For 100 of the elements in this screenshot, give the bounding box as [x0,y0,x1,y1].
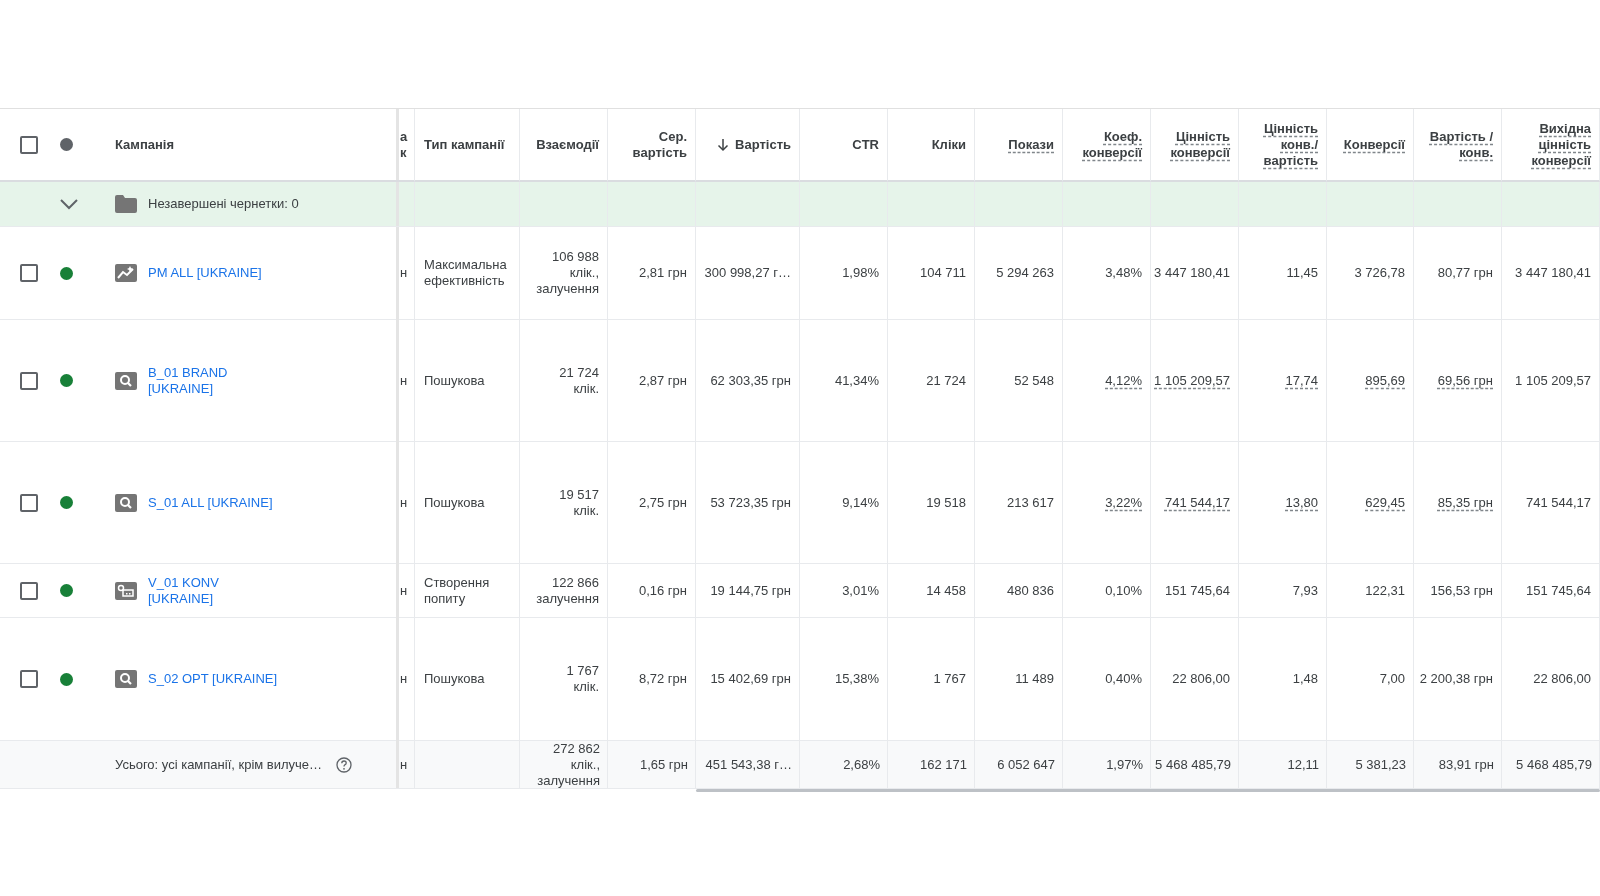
campaign-link[interactable]: S_01 ALL [UKRAINE] [148,494,273,511]
table-cell-text: Максимальна ефективність [424,257,508,289]
video-icon [115,581,137,600]
table-cell: 12,11 [1287,757,1319,773]
table-cell: 1 767 клік. [566,663,599,695]
table-cell: 0,10% [1105,582,1142,599]
campaign-link[interactable]: PM ALL [UKRAINE] [148,265,262,281]
table-cell: 62 303,35 грн [710,372,791,389]
column-header[interactable]: Сер. вартість [610,128,687,161]
table-cell: 300 998,27 г… [704,265,791,281]
column-header[interactable]: Вихідна цінність конверсії [1504,120,1591,169]
column-header[interactable]: Кампанія [115,136,175,153]
checkbox[interactable] [20,670,38,688]
table-cell: 1 767 [933,671,966,687]
column-header[interactable]: Вартість [717,136,791,153]
column-header[interactable]: Покази [1008,136,1054,153]
table-cell: 1 105 209,57 [1154,372,1230,389]
column-header[interactable]: Цінність конверсії [1153,128,1230,161]
table-cell: 15,38% [834,671,879,687]
table-cell: 3,48% [1105,265,1142,281]
status-dot[interactable] [60,138,73,151]
chevron-down-icon[interactable] [60,198,78,210]
trend-chart-icon [115,264,137,282]
table-cell: Пошукова [424,671,485,687]
column-header[interactable]: Тип кампанії [424,136,505,153]
table-cell: 15 402,69 грн [710,671,791,687]
column-header[interactable]: а к [400,128,414,161]
table-cell: 6 052 647 [997,757,1055,773]
table-cell: н [400,757,408,773]
table-cell: 1,98% [842,265,879,281]
scrollbar[interactable] [696,789,1600,792]
table-cell: 5 468 485,79 [1155,757,1231,773]
table-cell: 1,48 [1292,671,1318,687]
table-cell: н [400,494,408,511]
table-cell: 741 544,17 [1525,494,1591,511]
table-cell: 2,81 грн [638,265,687,281]
table-cell: 11 489 [1015,671,1054,687]
campaign-link[interactable]: V_01 KONV [UKRAINE] [148,574,281,607]
column-header[interactable]: Конверсії [1343,136,1405,153]
table-cell: 480 836 [1007,582,1054,599]
table-cell: 8,72 грн [638,671,687,687]
table-cell: 22 806,00 [1172,671,1230,687]
table-cell: 3,22% [1105,494,1142,511]
table-cell: 106 988 клік., залучення [536,249,599,297]
table-cell: 1,65 грн [639,757,688,773]
table-cell: Пошукова [424,494,485,511]
search-icon [115,493,137,512]
table-cell: 122,31 [1365,582,1405,599]
table-cell: 3 726,78 [1354,265,1405,281]
table-cell: н [400,372,408,389]
table-cell: 151 745,64 [1164,582,1230,599]
table-cell: 21 724 [926,372,966,389]
table-cell: 272 862 клік., залучення [537,741,600,789]
table-cell: 213 617 [1007,494,1054,511]
column-header[interactable]: CTR [852,136,879,153]
table-cell: н [400,671,408,687]
table-cell: н [400,265,408,281]
table-cell: 14 458 [926,582,966,599]
table-cell: 7,00 [1379,671,1405,687]
checkbox[interactable] [20,581,38,600]
table-cell-text: Створення попиту [424,574,491,607]
search-icon [115,371,137,390]
table-cell: 5 294 263 [996,265,1054,281]
table-cell: 5 381,23 [1355,757,1406,773]
table-cell: 13,80 [1285,494,1318,511]
table-cell: 53 723,35 грн [710,494,791,511]
table-cell: 156,53 грн [1430,582,1493,599]
table-cell: 17,74 [1285,372,1318,389]
table-cell: 2 200,38 грн [1419,671,1493,687]
campaign-link[interactable]: B_01 BRAND [UKRAINE] [148,364,281,397]
table-cell: 3 447 180,41 [1154,265,1230,281]
table-cell: 2,68% [843,757,880,773]
help-icon[interactable] [336,757,353,773]
checkbox[interactable] [20,371,38,390]
column-header[interactable]: Коеф. конверсії [1065,128,1142,161]
table-cell: 1 105 209,57 [1515,372,1591,389]
table-cell: 7,93 [1292,582,1318,599]
table-cell: 0,16 грн [638,582,687,599]
table-cell: 9,14% [842,494,879,511]
table-cell: 2,87 грн [638,372,687,389]
table-cell: Пошукова [424,372,485,389]
table-cell: 162 171 [920,757,967,773]
checkbox[interactable] [20,264,38,282]
column-header[interactable]: Взаємодії [536,136,599,153]
drafts-label: Незавершені чернетки: 0 [148,196,299,212]
table-cell: 21 724 клік. [559,364,599,397]
table-cell: 85,35 грн [1437,494,1493,511]
select-all-checkbox[interactable] [20,135,38,154]
table-cell: 104 711 [919,265,966,281]
table-cell: 0,40% [1105,671,1142,687]
table-cell: 19 518 [926,494,966,511]
column-header[interactable]: Цінність конв./ вартість [1241,120,1318,169]
table-cell: 83,91 грн [1438,757,1494,773]
column-header[interactable]: Кліки [931,136,966,153]
table-cell: 5 468 485,79 [1516,757,1592,773]
table-cell: 11,45 [1286,265,1318,281]
table-cell: 895,69 [1365,372,1405,389]
column-header[interactable]: Вартість / конв. [1416,128,1493,161]
campaign-link[interactable]: S_02 OPT [UKRAINE] [148,671,278,687]
checkbox[interactable] [20,493,38,512]
